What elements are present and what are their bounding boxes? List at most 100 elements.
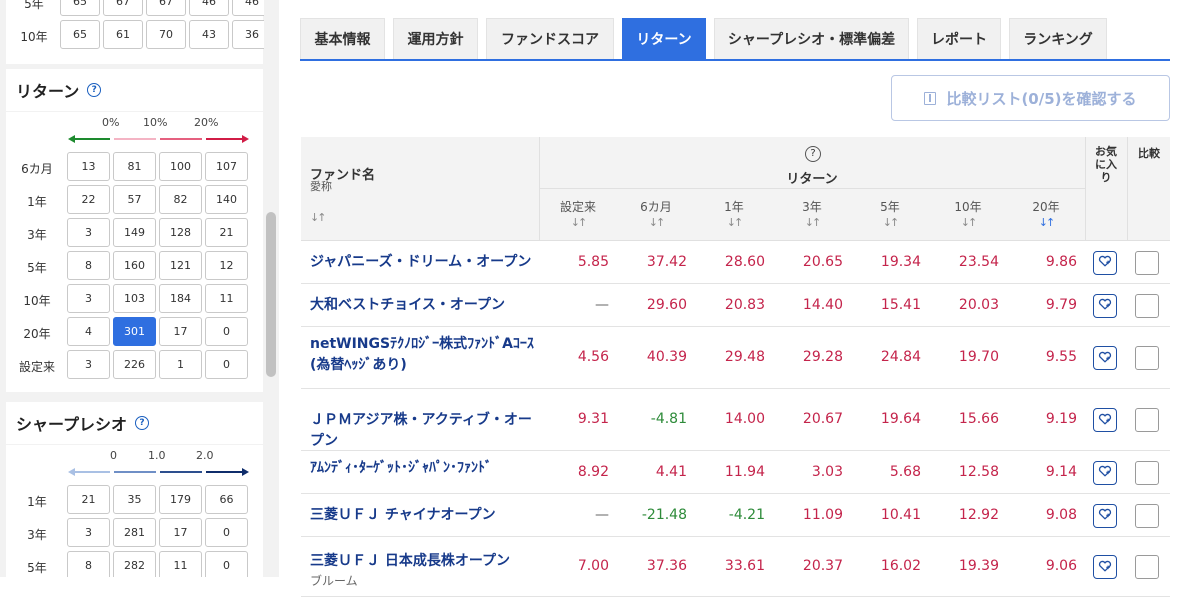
sort-icon[interactable]: ↓↑ <box>539 215 617 231</box>
filter-cell[interactable]: 61 <box>103 20 143 49</box>
filter-cell[interactable]: 0 <box>205 350 248 379</box>
filter-cell[interactable]: 21 <box>205 218 248 247</box>
filter-cell[interactable]: 179 <box>159 485 202 514</box>
filter-cell[interactable]: 0 <box>205 518 248 547</box>
filter-cell[interactable]: 0 <box>205 551 248 577</box>
filter-cell[interactable]: 3 <box>67 518 110 547</box>
filter-cell[interactable]: 8 <box>67 251 110 280</box>
filter-cell[interactable]: 67 <box>103 0 143 16</box>
fund-name-link[interactable]: 三菱ＵＦＪ チャイナオープン <box>310 505 545 526</box>
favorite-button[interactable] <box>1093 346 1117 370</box>
sort-icon[interactable]: ↓↑ <box>929 215 1007 231</box>
filter-cell[interactable]: 3 <box>67 284 110 313</box>
return-value: 20.83 <box>724 296 765 313</box>
filter-cell[interactable]: 65 <box>60 20 100 49</box>
help-icon[interactable]: ? <box>805 146 821 162</box>
filter-cell[interactable]: 149 <box>113 218 156 247</box>
filter-cell[interactable]: 57 <box>113 185 156 214</box>
sort-icon[interactable]: ↓↑ <box>617 215 695 231</box>
col-return-1[interactable]: 6カ月 ↓↑ <box>617 199 695 231</box>
compare-checkbox[interactable] <box>1135 460 1159 485</box>
filter-cell[interactable]: 82 <box>159 185 202 214</box>
fund-name-link[interactable]: 大和ベストチョイス・オープン <box>310 295 545 316</box>
compare-list-button[interactable]: 比較リスト(0/5)を確認する <box>891 75 1170 121</box>
col-return-4[interactable]: 5年 ↓↑ <box>851 199 929 231</box>
favorite-button[interactable] <box>1093 555 1117 579</box>
tab-policy[interactable]: 運用方針 <box>393 18 478 59</box>
compare-checkbox[interactable] <box>1135 346 1159 370</box>
tab-report[interactable]: レポート <box>917 18 1001 59</box>
filter-cell[interactable]: 66 <box>205 485 248 514</box>
tab-fund-score[interactable]: ファンドスコア <box>486 18 614 59</box>
filter-cell[interactable]: 3 <box>67 218 110 247</box>
filter-cell[interactable]: 22 <box>67 185 110 214</box>
filter-cell[interactable]: 11 <box>205 284 248 313</box>
tab-ranking[interactable]: ランキング <box>1009 18 1107 59</box>
sort-icon[interactable]: ↓↑ <box>851 215 929 231</box>
compare-checkbox[interactable] <box>1135 408 1159 432</box>
fund-name-link[interactable]: ジャパニーズ・ドリーム・オープン <box>310 252 545 273</box>
filter-cell[interactable]: 121 <box>159 251 202 280</box>
help-icon[interactable]: ? <box>87 83 102 97</box>
filter-cell[interactable]: 184 <box>159 284 202 313</box>
compare-checkbox[interactable] <box>1135 555 1159 579</box>
filter-cell[interactable]: 13 <box>67 152 110 181</box>
tab-return[interactable]: リターン <box>622 18 706 59</box>
col-return-5[interactable]: 10年 ↓↑ <box>929 199 1007 231</box>
compare-checkbox[interactable] <box>1135 503 1159 528</box>
filter-cell[interactable]: 11 <box>159 551 202 577</box>
filter-cell[interactable]: 21 <box>67 485 110 514</box>
sidebar-scrollbar-thumb[interactable] <box>266 212 276 377</box>
filter-cell[interactable]: 8 <box>67 551 110 577</box>
fund-name-link[interactable]: 三菱ＵＦＪ 日本成長株オープン <box>310 551 545 572</box>
filter-cell[interactable]: 17 <box>159 317 202 346</box>
favorite-button[interactable] <box>1093 250 1117 275</box>
filter-cell[interactable]: 1 <box>159 350 202 379</box>
filter-cell[interactable]: 140 <box>205 185 248 214</box>
filter-cell[interactable]: 46 <box>189 0 229 16</box>
filter-cell[interactable]: 81 <box>113 152 156 181</box>
col-return-0[interactable]: 設定来 ↓↑ <box>539 199 617 231</box>
filter-cell[interactable]: 35 <box>113 485 156 514</box>
filter-cell[interactable]: 43 <box>189 20 229 49</box>
filter-cell[interactable]: 65 <box>60 0 100 16</box>
fund-name-link[interactable]: ＪＰＭアジア株・アクティブ・オープン <box>310 410 545 452</box>
fund-name-link[interactable]: ｱﾑﾝﾃﾞｨ･ﾀｰｹﾞｯﾄ･ｼﾞｬﾊﾟﾝ･ﾌｧﾝﾄﾞ <box>310 458 540 479</box>
filter-cell[interactable]: 281 <box>113 518 156 547</box>
favorite-button[interactable] <box>1093 503 1117 528</box>
help-icon[interactable]: ? <box>135 416 150 430</box>
filter-cell[interactable]: 128 <box>159 218 202 247</box>
sort-icon[interactable]: ↓↑ <box>773 215 851 231</box>
filter-cell[interactable]: 17 <box>159 518 202 547</box>
col-return-6[interactable]: 20年 ↓↑ <box>1007 199 1085 231</box>
filter-cell[interactable]: 70 <box>146 20 186 49</box>
favorite-button[interactable] <box>1093 460 1117 485</box>
tab-basic-info[interactable]: 基本情報 <box>300 18 385 59</box>
favorite-button[interactable] <box>1093 408 1117 432</box>
filter-cell[interactable]: 4 <box>67 317 110 346</box>
favorite-button[interactable] <box>1093 293 1117 318</box>
sort-icon[interactable]: ↓↑ <box>695 215 773 231</box>
compare-checkbox[interactable] <box>1135 250 1159 275</box>
tab-sharpe-std[interactable]: シャープレシオ・標準偏差 <box>714 18 909 59</box>
fund-name-link[interactable]: netWINGSﾃｸﾉﾛｼﾞｰ株式ﾌｧﾝﾄﾞAｺｰｽ(為替ﾍｯｼﾞあり) <box>310 334 540 376</box>
col-return-3[interactable]: 3年 ↓↑ <box>773 199 851 231</box>
sort-icon[interactable]: ↓↑ <box>1007 215 1085 231</box>
filter-cell[interactable]: 226 <box>113 350 156 379</box>
scale-label: 2.0 <box>196 449 214 462</box>
filter-cell[interactable]: 3 <box>67 350 110 379</box>
filter-cell[interactable]: 301 <box>113 317 156 346</box>
heart-plus-icon <box>1098 349 1112 368</box>
filter-cell[interactable]: 282 <box>113 551 156 577</box>
compare-checkbox[interactable] <box>1135 293 1159 318</box>
col-return-2[interactable]: 1年 ↓↑ <box>695 199 773 231</box>
col-label: 1年 <box>724 200 744 214</box>
filter-cell[interactable]: 67 <box>146 0 186 16</box>
filter-cell[interactable]: 103 <box>113 284 156 313</box>
filter-cell[interactable]: 100 <box>159 152 202 181</box>
filter-cell[interactable]: 0 <box>205 317 248 346</box>
filter-cell[interactable]: 107 <box>205 152 248 181</box>
sort-icon[interactable]: ↓↑ <box>310 211 327 224</box>
filter-cell[interactable]: 160 <box>113 251 156 280</box>
filter-cell[interactable]: 12 <box>205 251 248 280</box>
